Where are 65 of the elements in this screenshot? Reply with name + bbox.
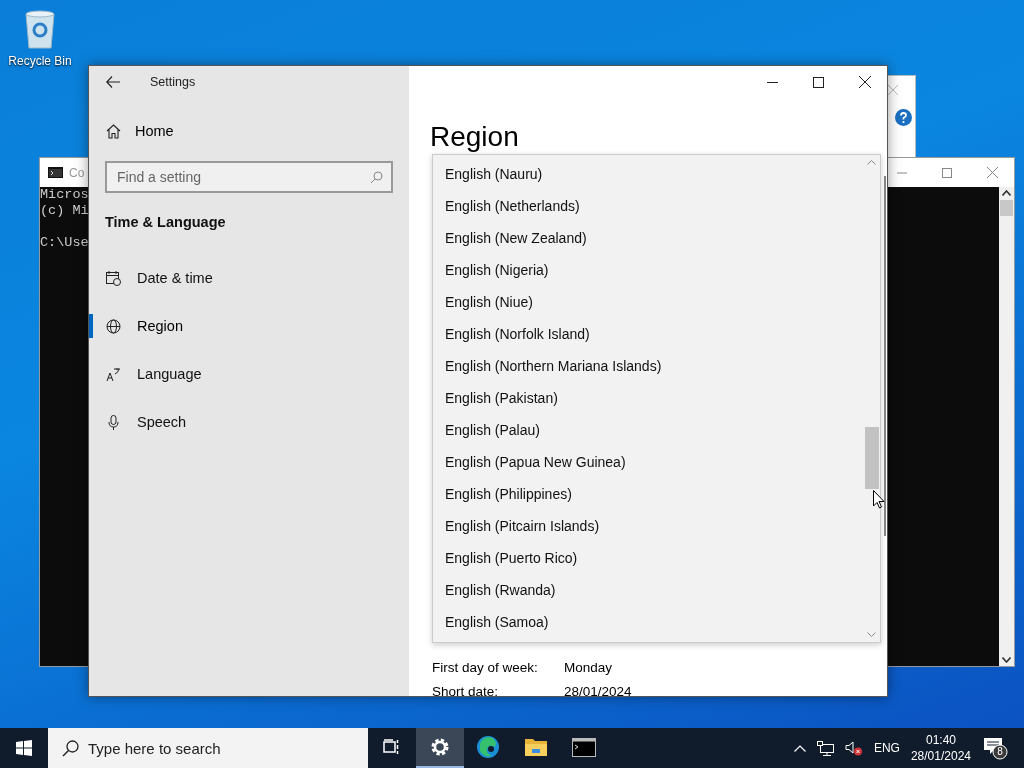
folder-icon — [524, 737, 548, 757]
back-arrow-icon[interactable] — [106, 76, 120, 88]
window-title: Settings — [150, 75, 196, 89]
calendar-icon — [106, 270, 121, 286]
notification-icon[interactable] — [982, 735, 1010, 761]
nav-item[interactable]: Date & time — [89, 254, 409, 302]
home-link[interactable]: Home — [135, 123, 174, 139]
dropdown-option[interactable]: English (Nauru) — [433, 158, 863, 190]
nav-item[interactable]: Language — [89, 350, 409, 398]
dropdown-option[interactable]: English (Palau) — [433, 414, 863, 446]
chevron-up-icon[interactable] — [793, 744, 806, 752]
browser-icon — [476, 735, 500, 759]
scroll-up-icon[interactable] — [1002, 190, 1011, 196]
dropdown-option[interactable]: English (Rwanda) — [433, 574, 863, 606]
scrollbar[interactable] — [999, 187, 1014, 666]
language-icon — [106, 366, 121, 382]
maximize-icon[interactable] — [813, 76, 824, 88]
language-indicator[interactable]: ENG — [873, 741, 900, 755]
nav-item[interactable]: Region — [89, 302, 409, 350]
window-title: Co — [69, 165, 85, 180]
scrollbar-thumb[interactable] — [1000, 200, 1013, 216]
dropdown-option[interactable]: English (Papua New Guinea) — [433, 446, 863, 478]
close-icon[interactable] — [859, 76, 871, 88]
volume-muted-icon[interactable] — [844, 740, 863, 756]
field-value: Monday — [564, 660, 613, 675]
dropdown-option[interactable]: English (Netherlands) — [433, 190, 863, 222]
scroll-down-icon[interactable] — [1002, 657, 1011, 663]
console-text: Micros — [40, 187, 89, 203]
dropdown-option[interactable]: English (Puerto Rico) — [433, 542, 863, 574]
dropdown-option[interactable]: English (Pakistan) — [433, 382, 863, 414]
dropdown-option[interactable]: English (Norfolk Island) — [433, 318, 863, 350]
microphone-icon — [106, 414, 121, 430]
search-icon[interactable] — [370, 171, 383, 184]
field-value: 28/01/2024 — [564, 684, 632, 699]
network-icon[interactable] — [816, 740, 834, 756]
dropdown-option[interactable]: English (Niue) — [433, 286, 863, 318]
search-field[interactable]: Find a setting — [105, 161, 393, 193]
section-heading: Time & Language — [104, 214, 227, 230]
dropdown-option[interactable]: English (Philippines) — [433, 478, 863, 510]
dropdown-option[interactable]: English (Nigeria) — [433, 254, 863, 286]
taskbar-app[interactable] — [416, 728, 464, 768]
notification-count: 8 — [996, 746, 1004, 757]
dropdown-option[interactable]: English (Northern Mariana Islands) — [433, 350, 863, 382]
task-view-icon — [383, 739, 401, 755]
terminal-icon — [572, 737, 596, 757]
field-label: Short date: — [432, 684, 500, 699]
taskbar-search-field[interactable]: Type here to search — [48, 728, 368, 768]
page-title: Region — [430, 121, 520, 153]
console-text: (c) Mi — [40, 203, 89, 219]
desktop-icon-label[interactable]: Recycle Bin — [8, 54, 72, 68]
nav-item[interactable]: Speech — [89, 398, 409, 446]
scrollbar-thumb[interactable] — [865, 427, 879, 489]
terminal-icon — [48, 167, 63, 178]
windows-logo-icon — [16, 740, 32, 756]
field-label: First day of week: — [432, 660, 539, 675]
dropdown-option[interactable]: English (Samoa) — [433, 606, 863, 638]
home-icon[interactable] — [106, 123, 121, 139]
search-icon — [62, 740, 79, 757]
clock[interactable]: 01:40 28/01/2024 — [910, 732, 971, 764]
help-icon[interactable] — [895, 109, 912, 126]
dropdown-option[interactable]: English (Pitcairn Islands) — [433, 510, 863, 542]
dropdown-option[interactable]: English (New Zealand) — [433, 222, 863, 254]
console-text: C:\Use — [40, 235, 89, 251]
globe-icon — [106, 318, 121, 334]
gear-icon — [430, 737, 450, 757]
